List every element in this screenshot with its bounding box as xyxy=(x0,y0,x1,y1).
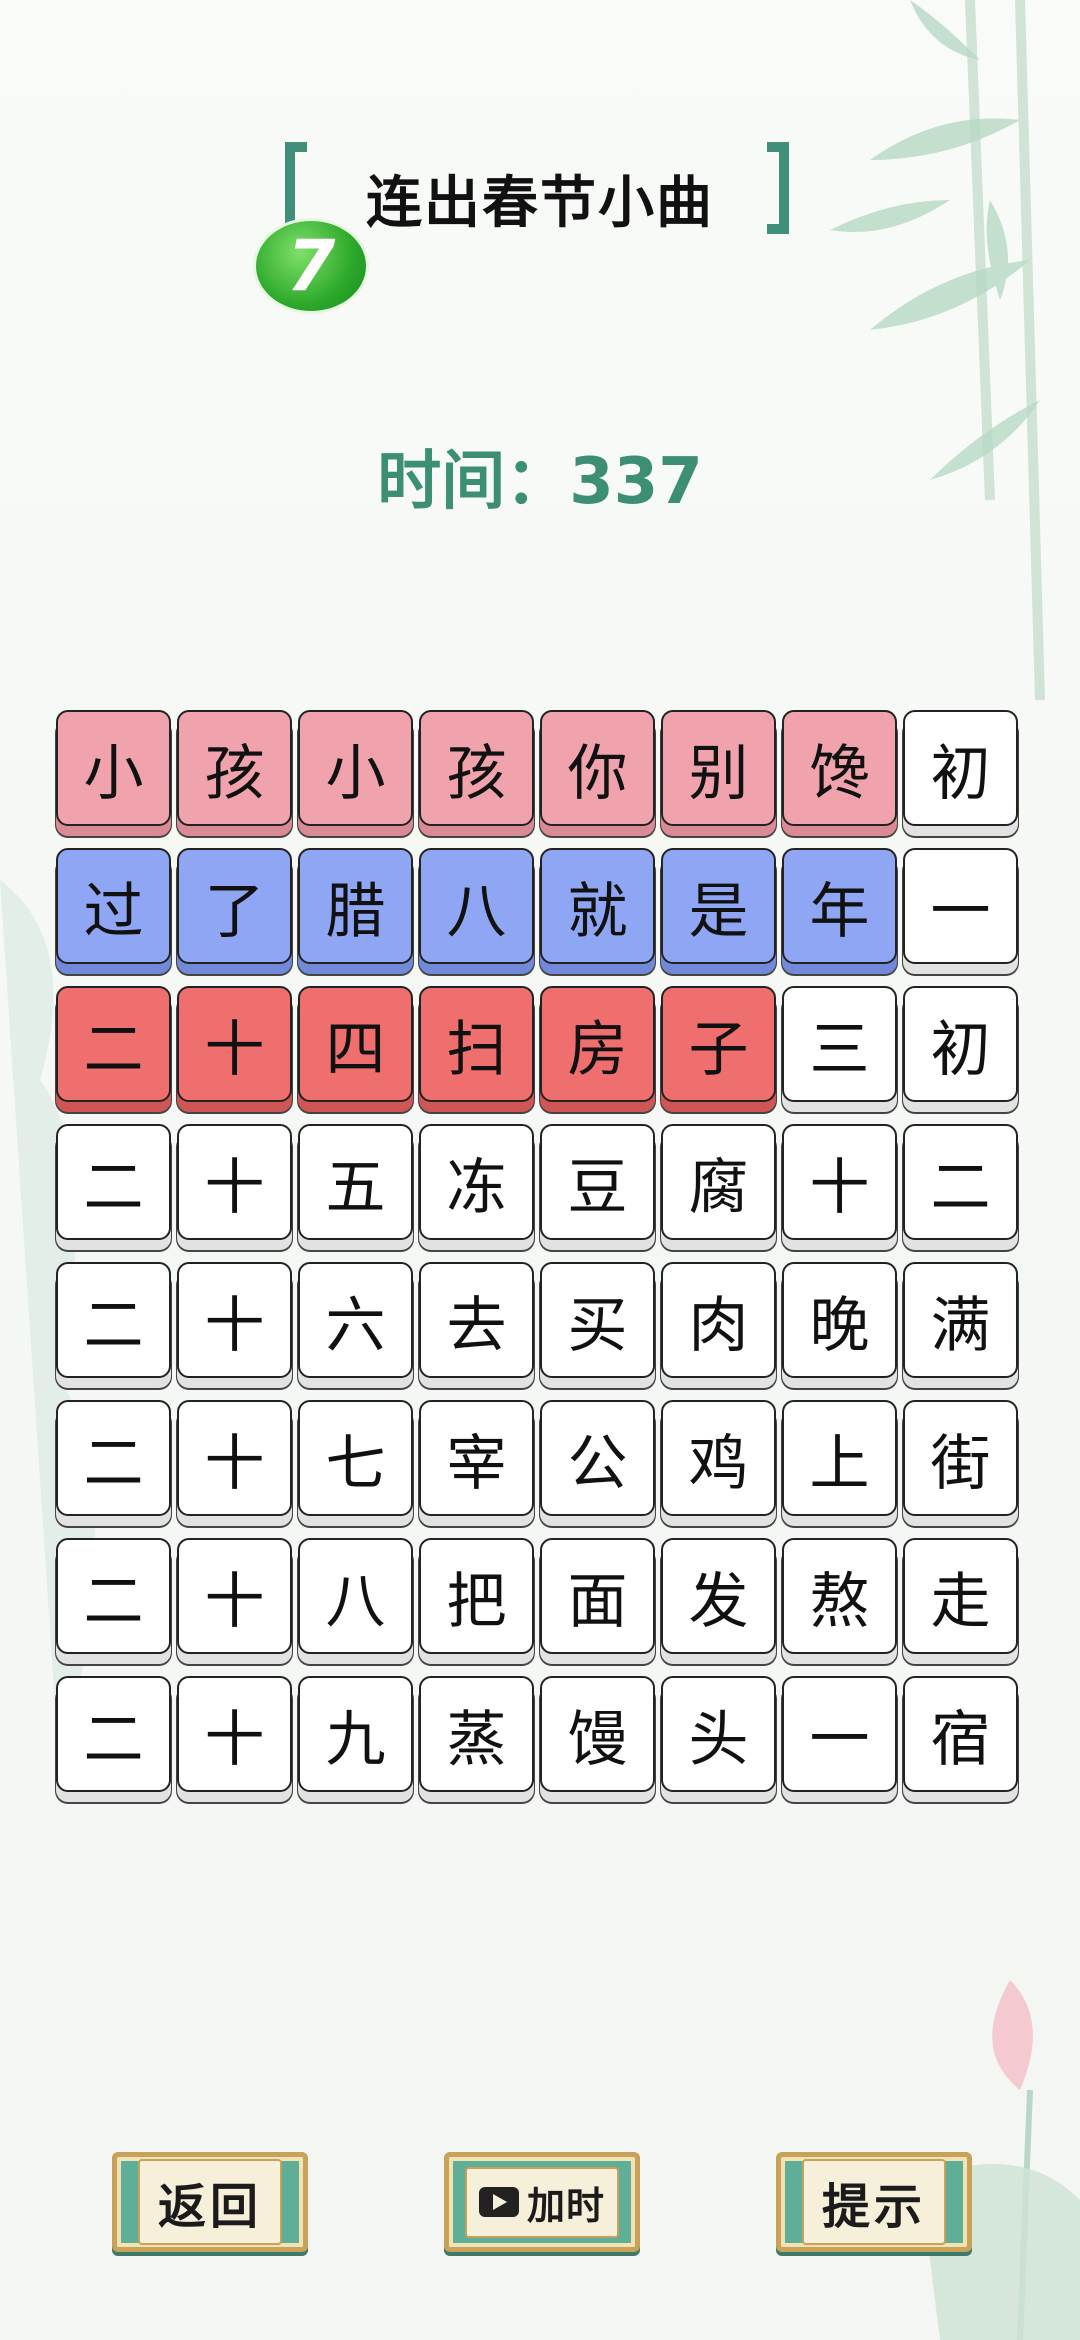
tile[interactable]: 小 xyxy=(298,710,413,826)
tile[interactable]: 十 xyxy=(177,1262,292,1378)
tile[interactable]: 你 xyxy=(540,710,655,826)
timer-label: 时间： xyxy=(377,445,570,519)
tile[interactable]: 二 xyxy=(56,1400,171,1516)
bamboo-decoration xyxy=(830,0,1045,700)
tile[interactable]: 鸡 xyxy=(661,1400,776,1516)
tile[interactable]: 发 xyxy=(661,1538,776,1654)
tile[interactable]: 头 xyxy=(661,1676,776,1792)
add-time-button[interactable]: 加时 xyxy=(444,2152,640,2252)
tile[interactable]: 二 xyxy=(56,1538,171,1654)
tile[interactable]: 过 xyxy=(56,848,171,964)
tile[interactable]: 三 xyxy=(782,986,897,1102)
tile[interactable]: 五 xyxy=(298,1124,413,1240)
tile[interactable]: 十 xyxy=(177,986,292,1102)
tile[interactable]: 二 xyxy=(56,1262,171,1378)
tile[interactable]: 房 xyxy=(540,986,655,1102)
tile[interactable]: 初 xyxy=(903,710,1018,826)
tile[interactable]: 是 xyxy=(661,848,776,964)
tile[interactable]: 面 xyxy=(540,1538,655,1654)
tile[interactable]: 馒 xyxy=(540,1676,655,1792)
tile[interactable]: 就 xyxy=(540,848,655,964)
puzzle-title: 连出春节小曲 xyxy=(366,171,714,236)
tile[interactable]: 十 xyxy=(177,1676,292,1792)
tile[interactable]: 一 xyxy=(903,848,1018,964)
title-bracket-right xyxy=(767,142,789,234)
hint-button-label: 提示 xyxy=(821,2179,926,2235)
tile[interactable]: 熬 xyxy=(782,1538,897,1654)
add-time-label: 加时 xyxy=(526,2183,605,2228)
tile[interactable]: 六 xyxy=(298,1262,413,1378)
tile[interactable]: 肉 xyxy=(661,1262,776,1378)
back-button-label: 返回 xyxy=(157,2179,262,2235)
tile[interactable]: 豆 xyxy=(540,1124,655,1240)
tile[interactable]: 小 xyxy=(56,710,171,826)
timer: 时间：337 xyxy=(0,430,1080,522)
tile[interactable]: 一 xyxy=(782,1676,897,1792)
tile[interactable]: 十 xyxy=(177,1124,292,1240)
tile[interactable]: 年 xyxy=(782,848,897,964)
back-button[interactable]: 返回 xyxy=(112,2152,308,2252)
hint-button[interactable]: 提示 xyxy=(776,2152,972,2252)
timer-value: 337 xyxy=(569,445,703,519)
tile[interactable]: 七 xyxy=(298,1400,413,1516)
level-badge: 7 xyxy=(253,218,369,314)
tile[interactable]: 宿 xyxy=(903,1676,1018,1792)
tile[interactable]: 公 xyxy=(540,1400,655,1516)
tile[interactable]: 宰 xyxy=(419,1400,534,1516)
tile[interactable]: 腐 xyxy=(661,1124,776,1240)
video-icon xyxy=(478,2187,519,2217)
tile[interactable]: 街 xyxy=(903,1400,1018,1516)
tile[interactable]: 上 xyxy=(782,1400,897,1516)
tile[interactable]: 馋 xyxy=(782,710,897,826)
tile[interactable]: 腊 xyxy=(298,848,413,964)
tile[interactable]: 八 xyxy=(298,1538,413,1654)
tile[interactable]: 了 xyxy=(177,848,292,964)
tile[interactable]: 蒸 xyxy=(419,1676,534,1792)
lotus-decoration xyxy=(920,1980,1080,2340)
tile[interactable]: 二 xyxy=(56,1124,171,1240)
tile[interactable]: 十 xyxy=(177,1538,292,1654)
tile[interactable]: 晚 xyxy=(782,1262,897,1378)
tile[interactable]: 满 xyxy=(903,1262,1018,1378)
tile[interactable]: 冻 xyxy=(419,1124,534,1240)
tile[interactable]: 买 xyxy=(540,1262,655,1378)
tile[interactable]: 扫 xyxy=(419,986,534,1102)
tile[interactable]: 二 xyxy=(56,1676,171,1792)
tile[interactable]: 二 xyxy=(903,1124,1018,1240)
tile[interactable]: 初 xyxy=(903,986,1018,1102)
tile[interactable]: 孩 xyxy=(177,710,292,826)
tile[interactable]: 走 xyxy=(903,1538,1018,1654)
tile[interactable]: 去 xyxy=(419,1262,534,1378)
character-grid: 小孩小孩你别馋初过了腊八就是年一二十四扫房子三初二十五冻豆腐十二二十六去买肉晚满… xyxy=(56,710,1026,1792)
tile[interactable]: 二 xyxy=(56,986,171,1102)
tile[interactable]: 子 xyxy=(661,986,776,1102)
tile[interactable]: 孩 xyxy=(419,710,534,826)
tile[interactable]: 把 xyxy=(419,1538,534,1654)
tile[interactable]: 十 xyxy=(782,1124,897,1240)
tile[interactable]: 十 xyxy=(177,1400,292,1516)
tile[interactable]: 八 xyxy=(419,848,534,964)
tile[interactable]: 别 xyxy=(661,710,776,826)
tile[interactable]: 九 xyxy=(298,1676,413,1792)
tile[interactable]: 四 xyxy=(298,986,413,1102)
